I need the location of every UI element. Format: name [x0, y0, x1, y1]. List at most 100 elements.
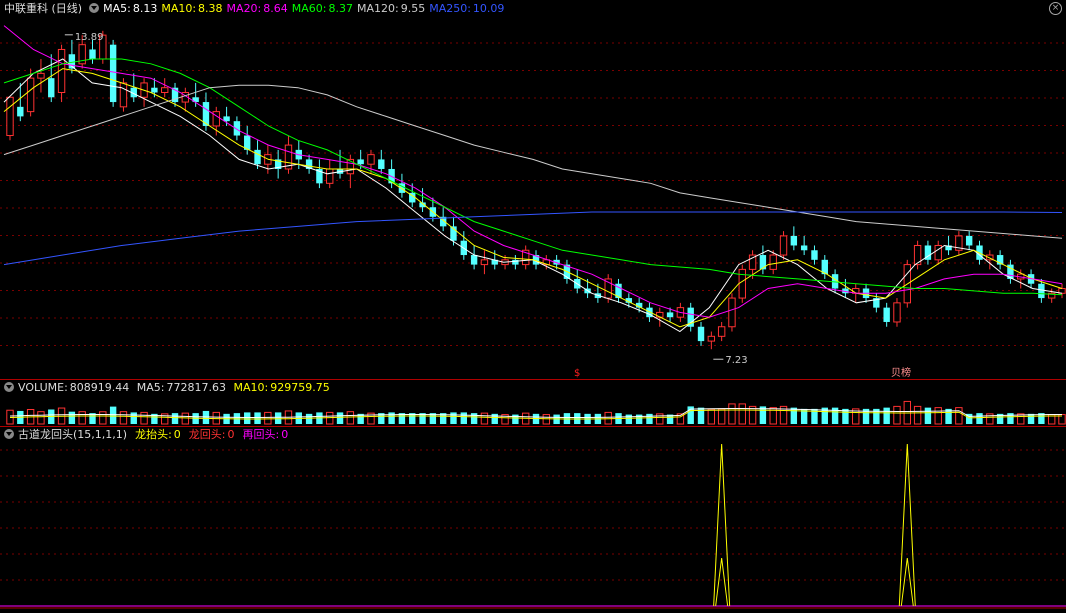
- volume-label: VOLUME:: [18, 381, 68, 394]
- candle-body: [738, 268, 746, 299]
- candle-body: [109, 44, 117, 103]
- candle-body: [800, 245, 808, 251]
- candle-body: [893, 302, 901, 323]
- candle-body: [212, 111, 220, 127]
- candle-body: [1038, 283, 1045, 299]
- ma-label: MA60:: [291, 2, 327, 15]
- volume-value: 808919.44: [69, 381, 130, 394]
- ma-value: 8.38: [198, 2, 223, 15]
- indicator-value: 0: [281, 428, 289, 441]
- volume-bar: [181, 412, 190, 425]
- candle-body: [759, 255, 767, 270]
- volume-bar: [119, 411, 128, 425]
- event-marker-bang: 贝榜: [891, 366, 911, 379]
- volume-bar: [625, 414, 633, 424]
- indicator-label: 龙回头:: [188, 428, 226, 441]
- indicator-title: 古道龙回头(15,1,1,1): [18, 428, 128, 441]
- candle-body: [883, 307, 890, 322]
- close-icon[interactable]: ×: [1049, 2, 1062, 15]
- stock-chart: 13.89 7.23 $ 贝榜: [0, 25, 1066, 609]
- volume-ma5-label: MA5:: [136, 381, 165, 394]
- low-label: 7.23: [725, 355, 747, 366]
- volume-bar: [171, 413, 179, 424]
- price-panel-header: 中联重科 (日线) MA5: 8.13 MA10: 8.38 MA20: 8.64 MA60:…: [4, 2, 512, 16]
- candle-body: [790, 235, 798, 246]
- volume-bar: [883, 407, 890, 424]
- volume-ma10-label: MA10:: [233, 381, 269, 394]
- candle-body: [89, 49, 96, 60]
- volume-bar: [305, 413, 313, 424]
- volume-bar: [491, 413, 498, 424]
- volume-bar: [264, 411, 272, 425]
- dropdown-icon[interactable]: [4, 382, 14, 392]
- volume-bar: [470, 413, 478, 424]
- candle-body: [254, 149, 261, 165]
- volume-bar: [924, 407, 932, 424]
- volume-bar: [955, 407, 963, 425]
- volume-bar: [480, 412, 489, 425]
- candle-body: [17, 106, 24, 117]
- volume-bar: [254, 412, 261, 424]
- volume-bar: [1027, 413, 1035, 424]
- ma-line-ma20: [3, 25, 1063, 318]
- volume-panel-header: VOLUME: 808919.44 MA5: 772817.63 MA10: 9297…: [4, 381, 334, 395]
- volume-bar: [274, 412, 282, 424]
- volume-bar: [68, 411, 76, 424]
- dropdown-icon[interactable]: [4, 429, 14, 439]
- candle-body: [37, 72, 45, 79]
- indicator-panel-header: 古道龙回头(15,1,1,1) 龙抬头: 0 龙回头: 0 再回头: 0: [4, 428, 296, 442]
- candle-body: [512, 259, 519, 265]
- candle-body: [779, 235, 788, 256]
- volume-bar: [893, 405, 901, 425]
- high-label: 13.89: [75, 32, 104, 43]
- volume-bar: [244, 412, 251, 424]
- volume-bar: [790, 407, 798, 424]
- dropdown-icon[interactable]: [89, 3, 100, 13]
- signal-peak-inner: [900, 557, 914, 607]
- signal-peak: [898, 443, 916, 607]
- candle-body: [6, 96, 14, 137]
- ma-label: MA5:: [103, 2, 131, 15]
- candle-body: [378, 159, 385, 169]
- volume-bar: [707, 408, 716, 425]
- candle-body: [151, 87, 158, 93]
- volume-bar: [728, 403, 736, 425]
- ma-value: 8.37: [328, 2, 353, 15]
- ma-value: 8.13: [132, 2, 158, 15]
- volume-bar: [934, 407, 942, 425]
- indicator-label: 再回头:: [242, 428, 280, 441]
- volume-ma5-value: 772817.63: [166, 381, 227, 394]
- volume-bar: [388, 412, 395, 424]
- candle-body: [728, 297, 736, 328]
- volume-bar: [109, 406, 117, 424]
- volume-bar: [140, 411, 148, 425]
- volume-bar: [450, 412, 457, 424]
- ma-value: 8.64: [263, 2, 288, 15]
- event-marker-s: $: [574, 368, 580, 379]
- volume-bar: [99, 411, 107, 425]
- indicator-value: 0: [173, 428, 181, 441]
- ma-value: 10.09: [472, 2, 505, 15]
- volume-bar: [346, 411, 355, 425]
- candle-body: [161, 87, 169, 93]
- candle-body: [480, 259, 489, 266]
- indicator-label: 龙抬头:: [135, 428, 172, 441]
- candle-body: [707, 335, 716, 342]
- signal-peak: [713, 443, 731, 607]
- candle-body: [357, 159, 364, 165]
- volume-ma10-value: 929759.75: [270, 381, 330, 394]
- candle-body: [119, 82, 128, 108]
- candle-body: [48, 78, 55, 98]
- ma-label: MA20:: [226, 2, 262, 15]
- candle-body: [717, 326, 726, 337]
- candle-body: [666, 312, 674, 318]
- ma-label: MA250:: [429, 2, 471, 15]
- volume-bar: [202, 410, 210, 424]
- volume-bar: [976, 413, 983, 424]
- volume-bar: [130, 412, 137, 424]
- candle-body: [697, 326, 705, 342]
- ma-label: MA120:: [356, 2, 399, 15]
- volume-bar: [37, 411, 45, 425]
- candle-body: [367, 154, 375, 165]
- stock-title: 中联重科 (日线): [4, 2, 83, 15]
